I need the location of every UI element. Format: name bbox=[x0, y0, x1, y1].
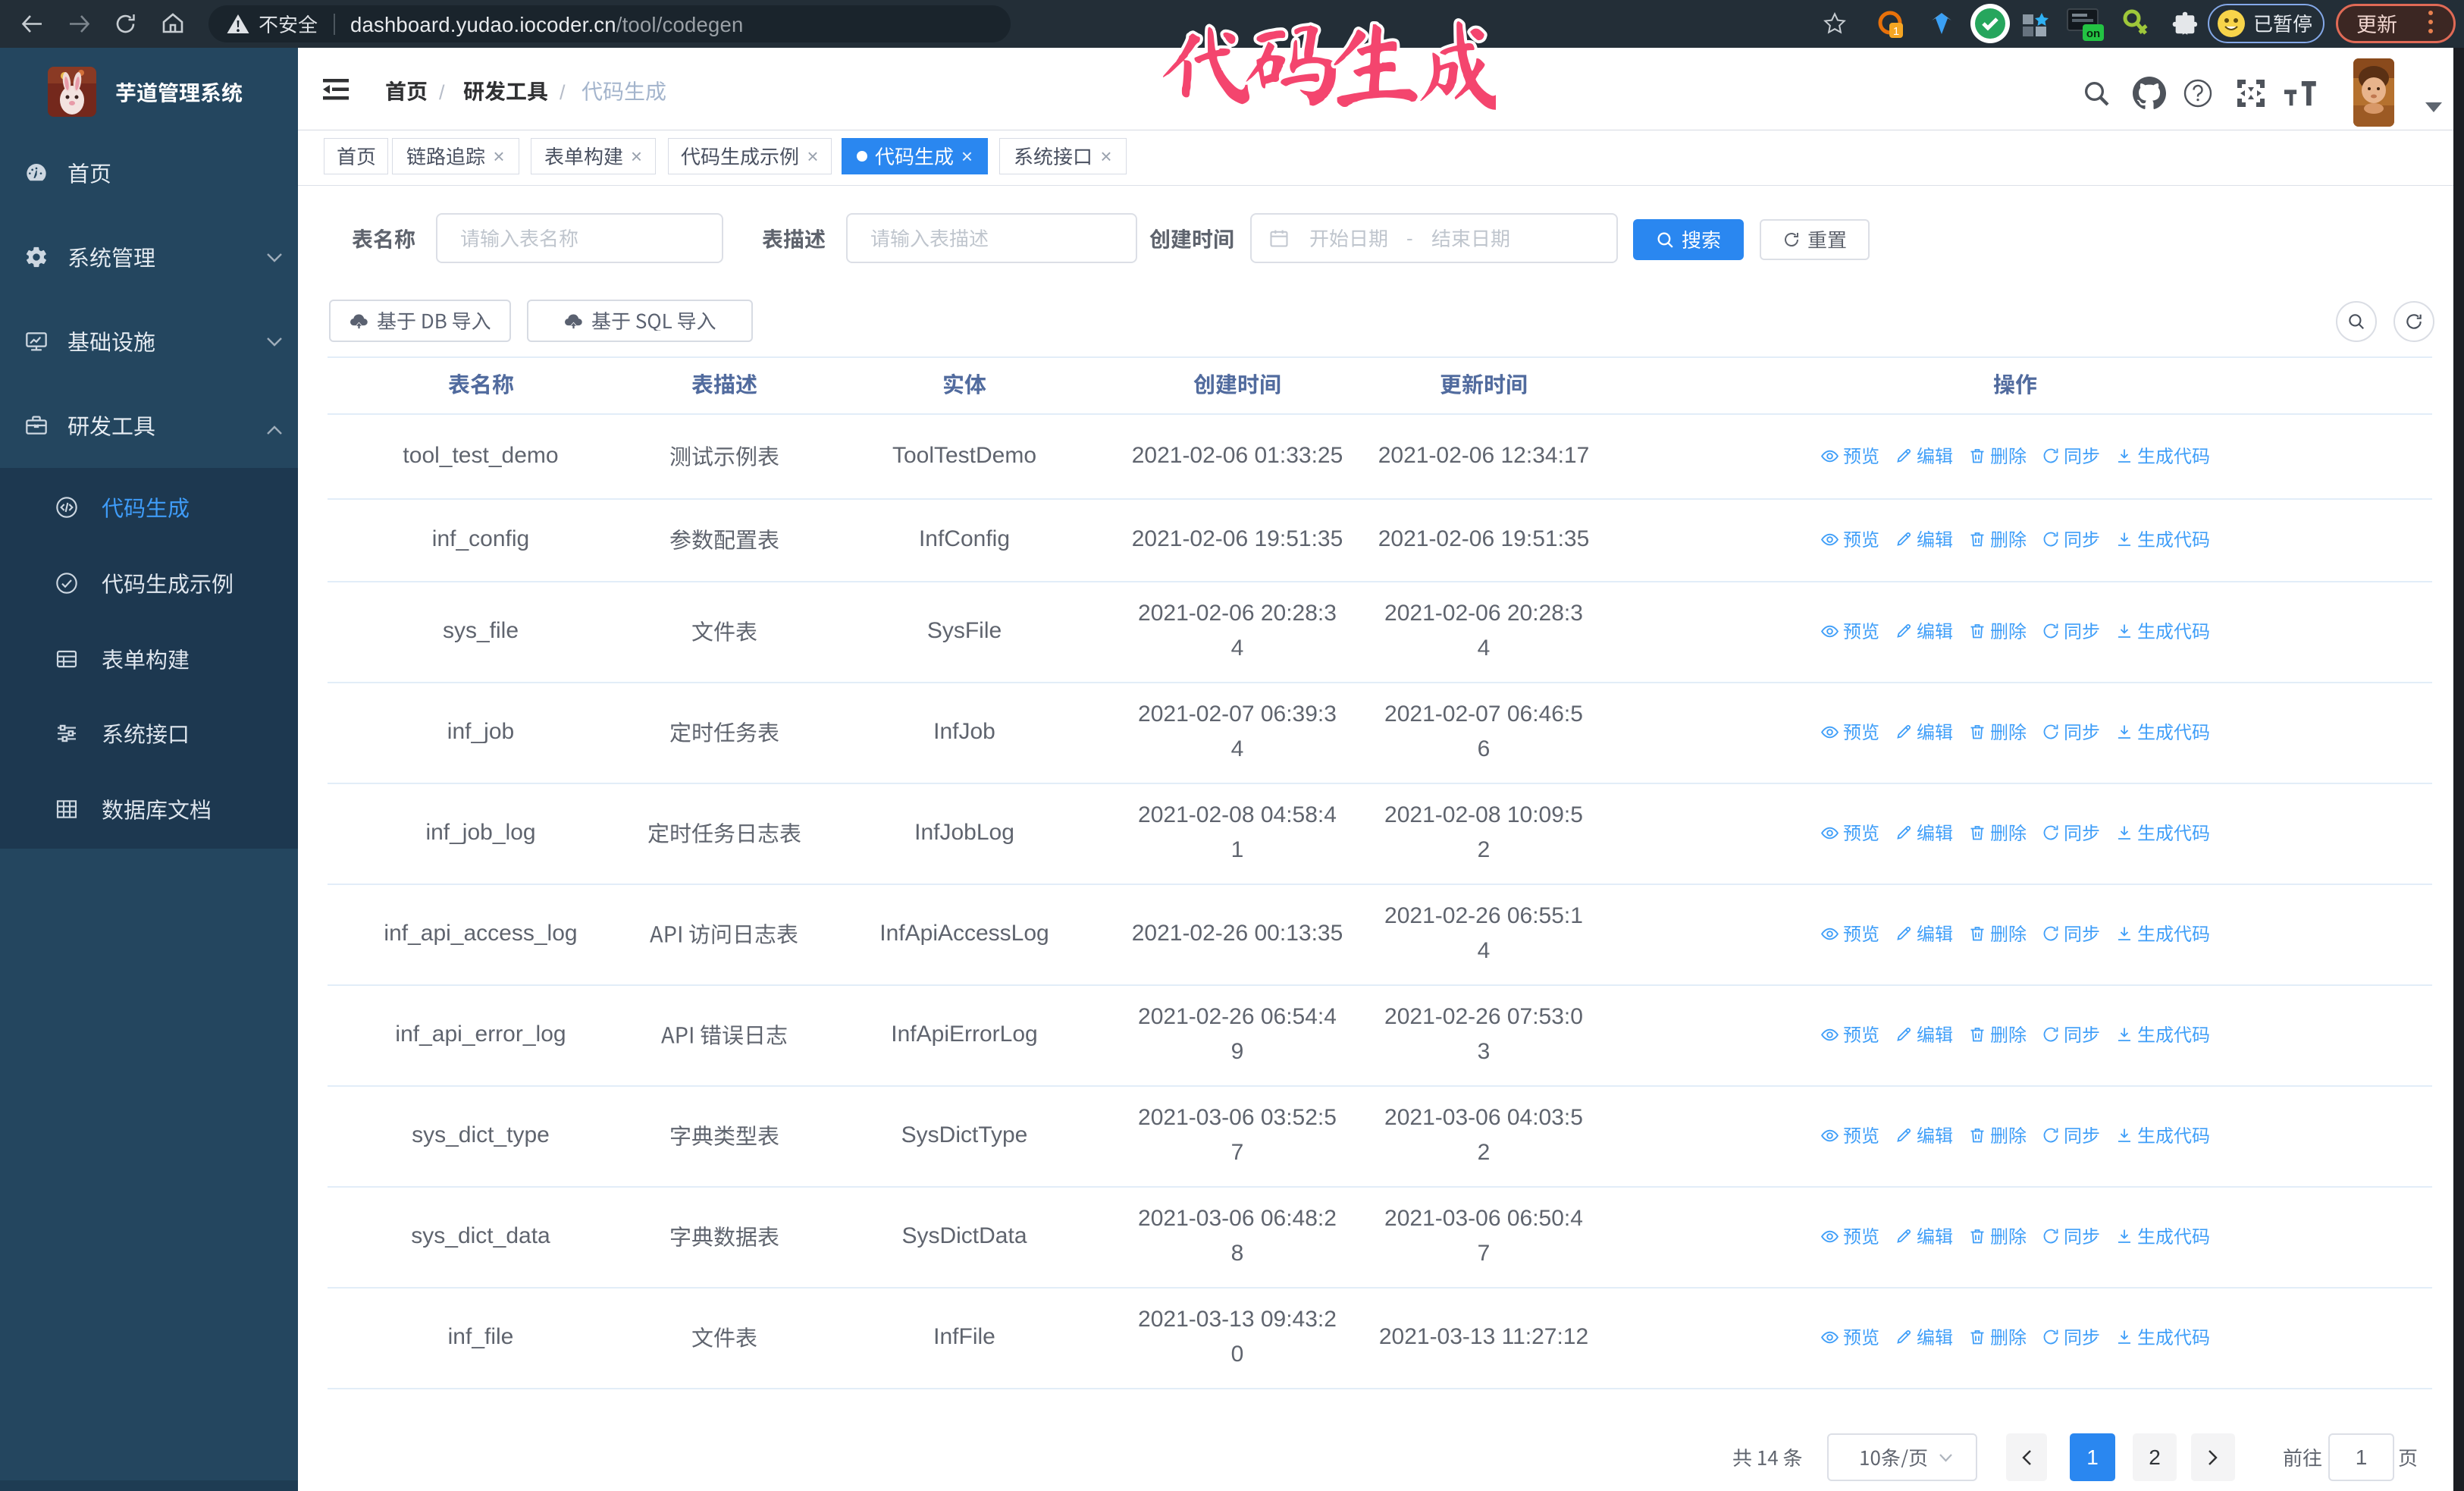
svg-text:1: 1 bbox=[1893, 25, 1899, 38]
svg-text:on: on bbox=[2086, 27, 2100, 40]
